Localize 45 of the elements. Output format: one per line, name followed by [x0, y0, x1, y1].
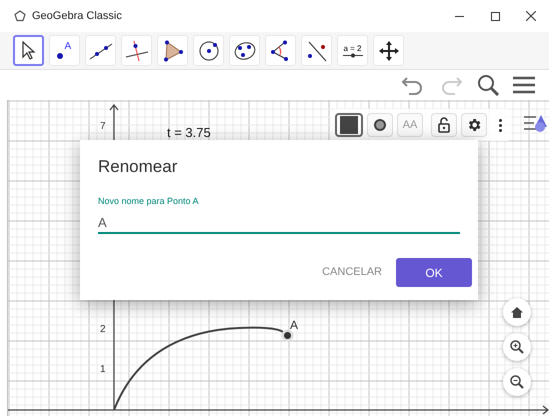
- lock-icon: [437, 117, 451, 133]
- point-label: A: [290, 317, 298, 334]
- home-button[interactable]: [503, 298, 531, 326]
- point-style-button[interactable]: [367, 113, 393, 137]
- tool-button[interactable]: a = 2: [337, 35, 368, 66]
- slider-icon: [342, 52, 362, 58]
- dialog-title: Renomear: [98, 156, 178, 178]
- ellipse-icon: [232, 40, 256, 62]
- lock-button[interactable]: [431, 113, 457, 137]
- zoom-in-button[interactable]: [503, 333, 531, 361]
- ok-button[interactable]: OK: [396, 258, 472, 287]
- perpendicular-line-icon: [124, 40, 148, 62]
- close-icon: [526, 11, 536, 21]
- cancel-button[interactable]: CANCELAR: [320, 258, 384, 287]
- point: [281, 329, 294, 342]
- search-icon[interactable]: [477, 74, 499, 96]
- toggle-style-bar-icon[interactable]: [524, 113, 548, 133]
- slider-tool-label: a = 2: [343, 44, 362, 52]
- home-icon: [511, 306, 523, 318]
- settings-icon: [466, 117, 482, 133]
- axis-label: 2: [100, 323, 106, 337]
- reflect-icon: [306, 40, 328, 62]
- name-input-field[interactable]: A: [98, 212, 460, 234]
- app-logo-icon: [14, 10, 26, 22]
- axis-label: 7: [100, 120, 106, 134]
- circle-icon: [198, 40, 220, 62]
- zoom-out-button[interactable]: [503, 368, 531, 396]
- color-button[interactable]: [335, 113, 363, 137]
- tool-button[interactable]: [13, 35, 44, 66]
- zoom-out-icon: [510, 375, 524, 389]
- tool-button[interactable]: A: [49, 35, 80, 66]
- slider-value-text: t = 3.75: [167, 124, 211, 142]
- move-arrows-icon: [378, 40, 400, 62]
- point-tool-label: A: [64, 40, 72, 52]
- line-through-points-icon: [88, 40, 112, 60]
- settings-button[interactable]: [461, 113, 487, 137]
- undo-icon[interactable]: [401, 75, 425, 95]
- zoom-in-icon: [510, 340, 524, 354]
- point-icon: [56, 52, 62, 58]
- arrow-cursor-icon: [20, 40, 36, 60]
- axis-label: 1: [100, 363, 106, 377]
- window-title: GeoGebra Classic: [32, 8, 122, 24]
- polygon-icon: [162, 40, 184, 62]
- menu-icon[interactable]: [513, 76, 535, 94]
- field-label: Novo nome para Ponto A: [98, 194, 200, 208]
